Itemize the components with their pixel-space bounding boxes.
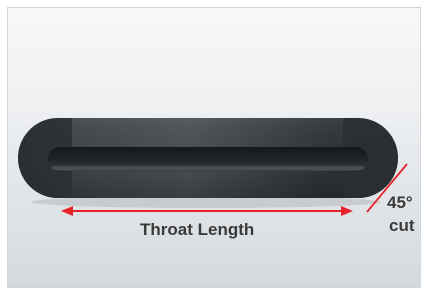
- throat-slot-highlight: [52, 166, 364, 170]
- cut-label: cut: [389, 216, 415, 235]
- nozzle-diagram: [18, 118, 408, 216]
- throat-length-label: Throat Length: [140, 220, 255, 239]
- cut-angle-label: 45°: [387, 193, 413, 212]
